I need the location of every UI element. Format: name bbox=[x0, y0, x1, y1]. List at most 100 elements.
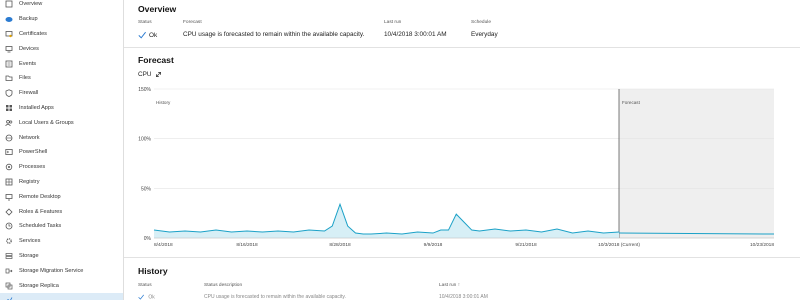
remote-desktop-icon bbox=[5, 193, 13, 201]
last-run-header: Last run bbox=[384, 20, 402, 25]
schedule-value: Everyday bbox=[471, 31, 498, 38]
sidebar-item-remote-desktop[interactable]: Remote Desktop bbox=[0, 189, 123, 204]
x-tick-label: 8/4/2018 bbox=[154, 242, 173, 248]
certificate-icon bbox=[5, 30, 13, 38]
sidebar-item-label: Remote Desktop bbox=[19, 193, 61, 200]
divider bbox=[124, 47, 800, 48]
history-col-description[interactable]: Status description bbox=[204, 283, 242, 288]
sidebar-item-installed-apps[interactable]: Installed Apps bbox=[0, 101, 123, 116]
sidebar-item-label: Storage bbox=[19, 252, 39, 259]
history-region-label: History bbox=[156, 100, 171, 105]
sidebar-item-label: Files bbox=[19, 75, 31, 82]
sidebar: Overview Backup Certificates Devices Events F… bbox=[0, 0, 124, 300]
history-row-description: CPU usage is forecasted to remain within… bbox=[204, 294, 346, 300]
cpu-forecast-chart: 0% 50% 100% 150% History Forecast 8/4/2018 8/16… bbox=[138, 87, 774, 248]
sidebar-item-label: Roles & Features bbox=[19, 208, 63, 215]
history-title: History bbox=[138, 266, 168, 276]
sidebar-item-label: Registry bbox=[19, 178, 40, 185]
x-tick-label: 9/21/2018 bbox=[515, 242, 537, 248]
sidebar-item-events[interactable]: Events bbox=[0, 56, 123, 71]
sidebar-item-label: Firewall bbox=[19, 90, 39, 97]
expand-icon[interactable] bbox=[155, 71, 162, 78]
history-row-status[interactable]: Ok bbox=[138, 294, 155, 300]
sidebar-item-files[interactable]: Files bbox=[0, 71, 123, 86]
sidebar-item-local-users-groups[interactable]: Local Users & Groups bbox=[0, 115, 123, 130]
sidebar-item-label: PowerShell bbox=[19, 149, 48, 156]
sort-up-icon: ↑ bbox=[457, 283, 461, 288]
history-col-last-run[interactable]: Last run ↑ bbox=[439, 283, 460, 288]
sidebar-item-label: Backup bbox=[19, 16, 38, 23]
sidebar-item-label: Processes bbox=[19, 164, 46, 171]
events-icon bbox=[5, 60, 13, 68]
system-insights-icon bbox=[5, 296, 13, 300]
sidebar-item-label: Certificates bbox=[19, 30, 47, 37]
cpu-label: CPU bbox=[138, 71, 152, 78]
users-icon bbox=[5, 119, 13, 127]
backup-icon bbox=[5, 15, 13, 23]
sidebar-item-label: Overview bbox=[19, 1, 43, 8]
y-tick-label: 100% bbox=[138, 137, 151, 143]
sidebar-item-label: Local Users & Groups bbox=[19, 119, 74, 126]
last-run-value: 10/4/2018 3:00:01 AM bbox=[384, 31, 447, 38]
services-icon bbox=[5, 237, 13, 245]
cpu-chart-toggle[interactable]: CPU bbox=[138, 71, 162, 78]
x-tick-label: 8/28/2018 bbox=[329, 242, 351, 248]
overview-status: Status Ok bbox=[138, 20, 157, 39]
roles-icon bbox=[5, 207, 13, 216]
sidebar-item-storage[interactable]: Storage bbox=[0, 249, 123, 264]
y-tick-label: 150% bbox=[138, 87, 151, 93]
overview-schedule: Schedule Everyday bbox=[471, 20, 498, 38]
sidebar-item-devices[interactable]: Devices bbox=[0, 41, 123, 56]
sidebar-item-label: Storage Replica bbox=[19, 282, 59, 289]
devices-icon bbox=[5, 45, 13, 53]
sidebar-item-backup[interactable]: Backup bbox=[0, 12, 123, 27]
sidebar-item-firewall[interactable]: Firewall bbox=[0, 86, 123, 101]
forecast-region bbox=[619, 89, 774, 238]
processes-icon bbox=[5, 163, 13, 171]
overview-forecast: Forecast CPU usage is forecasted to rema… bbox=[183, 20, 364, 38]
check-icon bbox=[138, 31, 146, 39]
forecast-value: CPU usage is forecasted to remain within… bbox=[183, 31, 365, 38]
sidebar-item-label: Events bbox=[19, 60, 37, 67]
scheduled-tasks-icon bbox=[5, 222, 13, 230]
sidebar-item-roles-features[interactable]: Roles & Features bbox=[0, 204, 123, 219]
sidebar-item-system-insights[interactable] bbox=[0, 292, 123, 300]
sidebar-item-certificates[interactable]: Certificates bbox=[0, 27, 123, 42]
sidebar-item-services[interactable]: Services bbox=[0, 234, 123, 249]
x-tick-label: 10/23/2018 bbox=[750, 242, 774, 248]
sidebar-item-powershell[interactable]: PowerShell bbox=[0, 145, 123, 160]
sidebar-item-storage-migration-service[interactable]: Storage Migration Service bbox=[0, 263, 123, 278]
sidebar-item-storage-replica[interactable]: Storage Replica bbox=[0, 278, 123, 293]
sidebar-item-scheduled-tasks[interactable]: Scheduled Tasks bbox=[0, 219, 123, 234]
schedule-header: Schedule bbox=[471, 20, 492, 25]
overview-title: Overview bbox=[138, 4, 177, 14]
check-icon bbox=[138, 294, 144, 300]
sidebar-item-label: Services bbox=[19, 238, 41, 245]
sidebar-item-network[interactable]: Network bbox=[0, 130, 123, 145]
sidebar-item-label: Network bbox=[19, 134, 40, 141]
sidebar-item-registry[interactable]: Registry bbox=[0, 175, 123, 190]
apps-icon bbox=[5, 104, 13, 112]
sidebar-item-label: Storage Migration Service bbox=[19, 267, 84, 274]
history-col-status: Status bbox=[138, 283, 152, 288]
sidebar-item-label: Devices bbox=[19, 45, 39, 52]
powershell-icon bbox=[5, 148, 13, 156]
last-run-col-label: Last run bbox=[439, 283, 457, 288]
x-tick-label: 10/3/2018 (Current) bbox=[598, 242, 640, 248]
status-value: Ok bbox=[149, 31, 158, 39]
network-icon bbox=[5, 134, 13, 142]
divider bbox=[124, 257, 800, 258]
history-status-value: Ok bbox=[148, 294, 155, 300]
replica-icon bbox=[5, 282, 13, 290]
forecast-title: Forecast bbox=[138, 55, 174, 65]
firewall-icon bbox=[5, 89, 13, 98]
folder-icon bbox=[5, 74, 13, 82]
forecast-region-label: Forecast bbox=[622, 100, 641, 105]
y-tick-label: 0% bbox=[144, 236, 152, 242]
overview-last-run: Last run 10/4/2018 3:00:01 AM bbox=[384, 20, 447, 38]
sidebar-item-processes[interactable]: Processes bbox=[0, 160, 123, 175]
sidebar-item-overview[interactable]: Overview bbox=[0, 0, 123, 12]
sidebar-item-label: Scheduled Tasks bbox=[19, 223, 62, 230]
overview-icon bbox=[5, 0, 13, 8]
main-content: Overview Status Ok Forecast CPU usage is… bbox=[124, 0, 800, 300]
